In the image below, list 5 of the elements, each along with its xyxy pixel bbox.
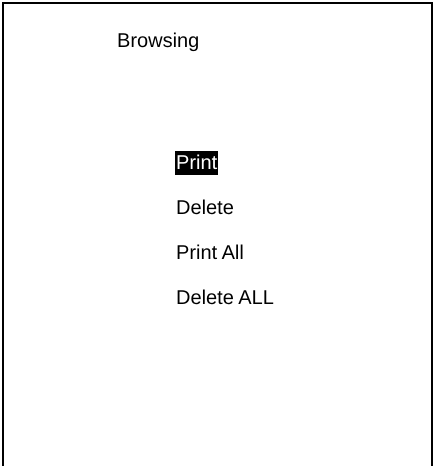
menu-item[interactable]: Print (175, 151, 218, 175)
screen-title: Browsing (116, 29, 200, 53)
menu-item[interactable]: Delete ALL (175, 286, 275, 310)
menu-item[interactable]: Print All (175, 241, 245, 265)
menu-item[interactable]: Delete (175, 196, 235, 220)
